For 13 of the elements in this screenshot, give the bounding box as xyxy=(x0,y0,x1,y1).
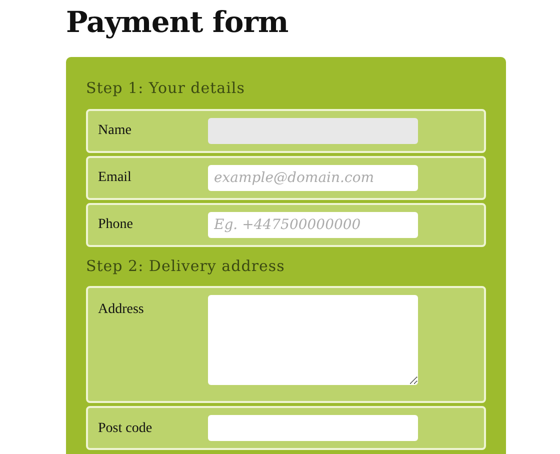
input-field[interactable]: Eg. +447500000000 xyxy=(208,212,418,238)
input-field[interactable] xyxy=(208,118,418,144)
section-heading: Step 1: Your details xyxy=(86,78,246,99)
field-label: Name xyxy=(98,122,132,140)
field-label: Email xyxy=(98,169,132,187)
section-heading: Step 2: Delivery address xyxy=(86,256,286,276)
input-field[interactable] xyxy=(208,295,418,385)
field-label: Address xyxy=(98,301,145,319)
page-title: Payment form xyxy=(66,4,290,41)
input-field[interactable] xyxy=(208,415,418,441)
field-label: Phone xyxy=(98,216,134,234)
field-label: Post code xyxy=(98,420,154,438)
input-field[interactable]: example@domain.com xyxy=(208,164,418,190)
